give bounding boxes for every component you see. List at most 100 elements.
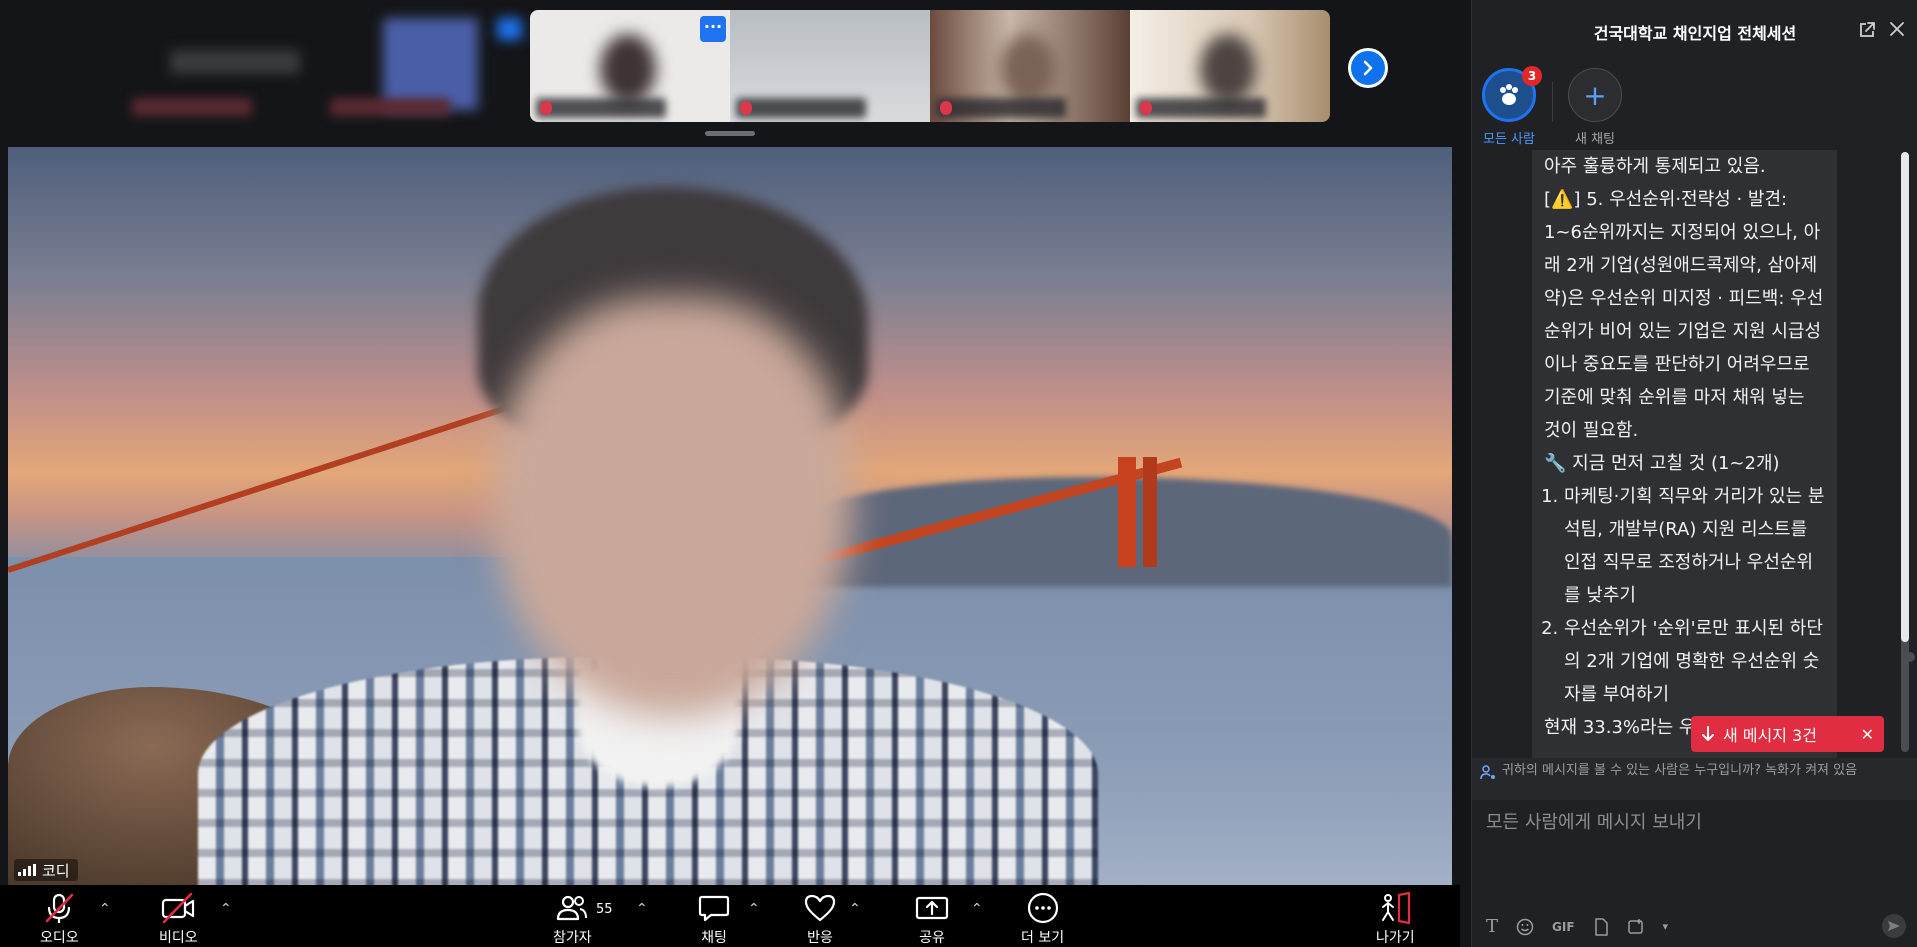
chat-label: 채팅 <box>701 930 727 946</box>
dismiss-new-messages-icon[interactable]: ✕ <box>1861 725 1874 744</box>
mic-muted-icon <box>46 893 74 923</box>
participant-name-blurred <box>330 98 450 116</box>
leave-label: 나가기 <box>1376 930 1415 946</box>
unread-badge: 3 <box>1522 66 1542 86</box>
message-input-placeholder[interactable]: 모든 사람에게 메시지 보내기 <box>1486 808 1702 834</box>
participant-name-blurred <box>132 98 252 116</box>
camera-off-icon <box>162 892 195 924</box>
reactions-label: 반응 <box>807 930 833 946</box>
participants-icon <box>557 895 588 921</box>
plus-icon: + <box>1568 68 1622 122</box>
strip-resize-handle[interactable] <box>705 131 755 136</box>
share-button[interactable]: 공유 <box>914 891 950 947</box>
more-label: 더 보기 <box>1021 930 1065 946</box>
participant-tile-blurred[interactable] <box>170 50 300 74</box>
participants-count: 55 <box>596 902 613 917</box>
leave-button[interactable]: 나가기 <box>1376 891 1415 947</box>
privacy-notice[interactable]: 귀하의 메시지를 볼 수 있는 사람은 누구입니까? 녹화가 켜져 있음 <box>1472 758 1917 800</box>
meeting-toolbar: 오디오 ⌃ 비디오 ⌃ 참가자 55 ⌃ 채팅 ⌃ 반응 ⌃ 공유 ⌃ 더 보기… <box>0 885 1460 947</box>
file-icon[interactable] <box>1593 917 1609 936</box>
participants-options-caret[interactable]: ⌃ <box>636 901 648 917</box>
send-button[interactable] <box>1882 914 1906 938</box>
new-chat-label: 새 채팅 <box>1574 132 1615 147</box>
message-fix-list: 마케팅·기획 직무와 거리가 있는 분석팀, 개발부(RA) 지원 리스트를 인… <box>1544 480 1825 711</box>
muted-mic-icon <box>540 101 552 115</box>
rooms-divider <box>1552 82 1553 122</box>
arrow-down-icon <box>1702 726 1714 741</box>
chat-rooms: 3 모든 사람 + 새 채팅 <box>1472 64 1917 150</box>
share-label: 공유 <box>919 930 945 946</box>
chat-header: 건국대학교 채인지업 전체세션 <box>1472 0 1917 64</box>
meeting-app: ··· 코디 오디오 ⌃ 비디오 ⌃ 참가자 55 ⌃ 채팅 ⌃ 반응 ⌃ 공유… <box>0 0 1917 947</box>
meeting-area: ··· 코디 오디오 ⌃ 비디오 ⌃ 참가자 55 ⌃ 채팅 ⌃ 반응 ⌃ 공유… <box>0 0 1470 947</box>
next-page-button[interactable] <box>1348 48 1388 88</box>
participant-face-blurred <box>1200 34 1256 104</box>
participants-button[interactable]: 참가자 <box>553 891 592 947</box>
leave-door-icon <box>1382 891 1411 925</box>
participant-label-blurred <box>936 98 1066 118</box>
composer-tools: T GIF ▾ <box>1486 916 1668 937</box>
participant-label-blurred <box>536 98 666 118</box>
warning-icon: ⚠️ <box>1551 189 1574 210</box>
speaker-name-tag: 코디 <box>14 859 78 881</box>
participant-face-blurred <box>1000 34 1056 104</box>
screenshot-icon[interactable] <box>1627 918 1645 936</box>
chat-scrollbar-thumb[interactable] <box>1901 152 1909 642</box>
emoji-icon[interactable] <box>1516 918 1534 936</box>
active-speaker-video[interactable]: 코디 <box>8 147 1452 885</box>
paw-group-icon <box>1500 84 1518 105</box>
participants-label: 참가자 <box>553 930 592 946</box>
close-chat-button[interactable] <box>1886 21 1908 43</box>
audio-options-caret[interactable]: ⌃ <box>99 901 111 917</box>
pop-out-button[interactable] <box>1856 21 1878 43</box>
share-options-caret[interactable]: ⌃ <box>971 901 983 917</box>
chevron-down-icon[interactable]: ▾ <box>1663 920 1669 933</box>
participant-tile-blurred[interactable] <box>383 18 478 110</box>
bridge-tower <box>1118 457 1136 567</box>
muted-mic-icon <box>740 101 752 115</box>
more-button[interactable]: 더 보기 <box>1021 891 1064 947</box>
chevron-right-icon <box>1363 60 1373 76</box>
new-messages-label: 새 메시지 3건 <box>1723 726 1817 745</box>
participant-tile-blurred[interactable] <box>497 18 522 40</box>
video-thumbnail[interactable] <box>730 10 930 122</box>
list-item: 마케팅·기획 직무와 거리가 있는 분석팀, 개발부(RA) 지원 리스트를 인… <box>1564 480 1825 612</box>
audio-label: 오디오 <box>40 930 79 946</box>
video-thumbnail[interactable]: ··· <box>530 10 730 122</box>
wrench-icon: 🔧 <box>1544 453 1567 474</box>
video-button[interactable]: 비디오 <box>159 891 198 947</box>
close-icon <box>1890 22 1904 36</box>
text-format-icon[interactable]: T <box>1486 916 1498 937</box>
signal-strength-icon <box>18 864 36 876</box>
speaker-face-blurred <box>493 297 853 717</box>
scroll-indicator <box>1905 652 1915 662</box>
pop-out-icon <box>1860 22 1875 37</box>
video-thumbnail-row: ··· <box>530 10 1330 122</box>
message-line: 아주 훌륭하게 통제되고 있음. <box>1544 156 1766 177</box>
person-eye-icon <box>1480 765 1495 780</box>
share-screen-icon <box>915 896 949 920</box>
list-item: 우선순위가 '순위'로만 표시된 하단의 2개 기업에 명확한 우선순위 숫자를… <box>1564 612 1825 711</box>
send-icon <box>1888 921 1900 931</box>
gif-button[interactable]: GIF <box>1552 920 1575 934</box>
chat-options-caret[interactable]: ⌃ <box>748 901 760 917</box>
more-options-button[interactable]: ··· <box>700 16 726 42</box>
bridge-tower <box>1143 457 1157 567</box>
message-list[interactable]: 아주 훌륭하게 통제되고 있음. [⚠️] 5. 우선순위·전략성 · 발견: … <box>1472 150 1917 760</box>
new-chat-button[interactable]: + 새 채팅 <box>1568 68 1622 147</box>
video-thumbnail[interactable] <box>1130 10 1330 122</box>
video-options-caret[interactable]: ⌃ <box>220 901 232 917</box>
room-everyone-label: 모든 사람 <box>1483 132 1535 147</box>
participant-label-blurred <box>1136 98 1266 118</box>
video-thumbnail[interactable] <box>930 10 1130 122</box>
reactions-button[interactable]: 반응 <box>803 891 837 947</box>
room-everyone[interactable]: 3 모든 사람 <box>1482 66 1542 147</box>
audio-button[interactable]: 오디오 <box>40 891 79 947</box>
chat-title: 건국대학교 채인지업 전체세션 <box>1593 24 1797 43</box>
new-messages-button[interactable]: 새 메시지 3건 ✕ <box>1691 716 1884 752</box>
message-composer[interactable]: 모든 사람에게 메시지 보내기 T GIF ▾ <box>1472 800 1917 947</box>
speaker-person <box>188 187 1108 885</box>
reactions-options-caret[interactable]: ⌃ <box>849 901 861 917</box>
chat-button[interactable]: 채팅 <box>697 891 731 947</box>
more-dots-icon <box>1027 892 1058 924</box>
